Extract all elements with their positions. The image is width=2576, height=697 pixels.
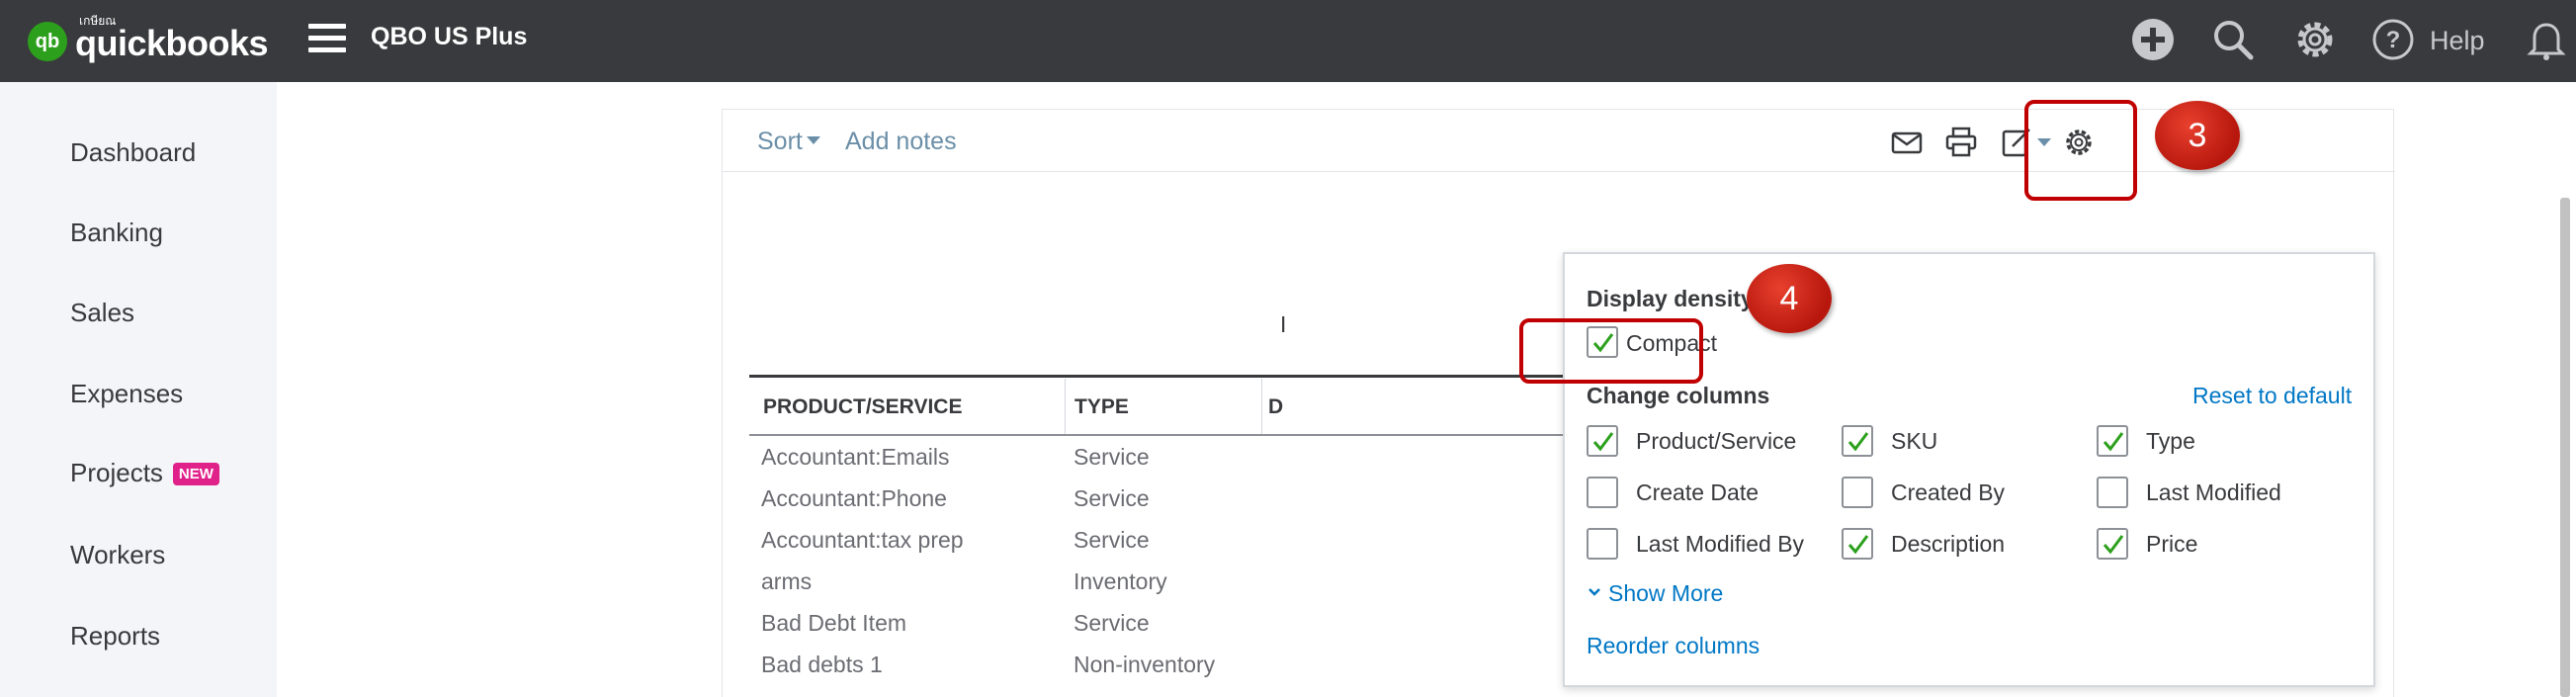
row-type: Service bbox=[1073, 527, 1150, 553]
hamburger-menu-icon[interactable] bbox=[308, 24, 346, 57]
row-type: Service bbox=[1073, 610, 1150, 636]
display-density-heading: Display density bbox=[1587, 286, 1754, 311]
last-modified-checkbox[interactable] bbox=[2097, 477, 2128, 508]
row-type: Inventory bbox=[1073, 568, 1167, 594]
sku-checkbox[interactable] bbox=[1842, 425, 1873, 457]
create-date-checkbox[interactable] bbox=[1587, 477, 1618, 508]
created-by-label: Created By bbox=[1891, 479, 2006, 505]
search-icon[interactable] bbox=[2209, 16, 2257, 63]
checkmark-icon bbox=[2103, 535, 2124, 555]
new-badge: NEW bbox=[172, 463, 219, 485]
help-icon[interactable]: ? bbox=[2369, 16, 2417, 63]
help-label[interactable]: Help bbox=[2430, 26, 2485, 56]
gear-icon[interactable] bbox=[2291, 16, 2339, 63]
email-icon[interactable] bbox=[1890, 126, 1924, 159]
reorder-columns-link[interactable]: Reorder columns bbox=[1587, 633, 1760, 659]
svg-text:?: ? bbox=[2386, 27, 2401, 53]
last-modified-by-checkbox[interactable] bbox=[1587, 528, 1618, 560]
sort-label: Sort bbox=[757, 128, 803, 155]
toolbar-divider bbox=[723, 171, 2395, 172]
sort-dropdown[interactable]: Sort bbox=[757, 128, 820, 156]
description-checkbox[interactable] bbox=[1842, 528, 1873, 560]
sku-label: SKU bbox=[1891, 428, 1938, 454]
reset-to-default-link[interactable]: Reset to default bbox=[2192, 383, 2352, 409]
last-modified-label: Last Modified bbox=[2146, 479, 2281, 505]
description-label: Description bbox=[1891, 531, 2006, 557]
product-service-label: Product/Service bbox=[1636, 428, 1797, 454]
show-more-label: Show More bbox=[1608, 580, 1724, 606]
table-settings-panel: Display density Compact Change columns R… bbox=[1563, 252, 2375, 687]
column-header-product[interactable]: PRODUCT/SERVICE bbox=[763, 395, 962, 419]
nav-item-reports[interactable]: Reports bbox=[70, 621, 160, 652]
nav-item-projects[interactable]: Projects NEW bbox=[70, 458, 219, 488]
row-product: Accountant:Phone bbox=[761, 485, 947, 511]
top-bar: qb เกษียณ quickbooks QBO US Plus ? Help bbox=[0, 0, 2576, 82]
column-separator bbox=[1065, 379, 1066, 434]
chevron-down-icon bbox=[1589, 588, 1600, 596]
nav-item-dashboard[interactable]: Dashboard bbox=[70, 137, 196, 168]
show-more-link[interactable]: Show More bbox=[1587, 580, 1723, 607]
change-columns-heading: Change columns bbox=[1587, 383, 1770, 408]
row-type: Service bbox=[1073, 444, 1150, 470]
company-name: QBO US Plus bbox=[371, 23, 528, 50]
step-3-callout: 3 bbox=[2155, 101, 2240, 170]
checkmark-icon bbox=[2103, 432, 2124, 452]
row-product: Bad Debt Item bbox=[761, 610, 907, 636]
row-type: Service bbox=[1073, 485, 1150, 511]
table-header-bottom-rule bbox=[749, 434, 1580, 436]
column-separator bbox=[1261, 379, 1262, 434]
checkmark-icon bbox=[1847, 535, 1869, 555]
row-product: Bad debts 1 bbox=[761, 652, 883, 677]
step-4-callout: 4 bbox=[1747, 264, 1832, 333]
quickbooks-logo[interactable]: qb เกษียณ quickbooks bbox=[28, 14, 269, 65]
column-header-partial[interactable]: D bbox=[1268, 395, 1283, 419]
nav-item-sales[interactable]: Sales bbox=[70, 298, 134, 328]
main-content: Sort Add notes PRODUCT/SERVICE TYPE D I … bbox=[277, 82, 2576, 697]
print-icon[interactable] bbox=[1944, 126, 1978, 159]
left-navigation: Dashboard Banking Sales Expenses Project… bbox=[0, 82, 277, 697]
caret-down-icon bbox=[806, 136, 820, 144]
hidden-title-fragment: I bbox=[1280, 311, 1287, 337]
logo-mark: qb bbox=[28, 22, 67, 61]
bell-icon[interactable] bbox=[2523, 16, 2570, 63]
last-modified-by-label: Last Modified By bbox=[1636, 531, 1805, 557]
checkmark-icon bbox=[1847, 432, 1869, 452]
sku-highlight-box bbox=[1519, 318, 1703, 384]
add-notes-link[interactable]: Add notes bbox=[845, 128, 957, 156]
row-product: Accountant:Emails bbox=[761, 444, 950, 470]
price-checkbox[interactable] bbox=[2097, 528, 2128, 560]
type-label: Type bbox=[2146, 428, 2195, 454]
row-type: Non-inventory bbox=[1073, 652, 1216, 677]
plus-circle-icon[interactable] bbox=[2129, 16, 2177, 63]
nav-item-workers[interactable]: Workers bbox=[70, 540, 165, 570]
row-product: arms bbox=[761, 568, 813, 594]
type-checkbox[interactable] bbox=[2097, 425, 2128, 457]
row-product: Accountant:tax prep bbox=[761, 527, 964, 553]
created-by-checkbox[interactable] bbox=[1842, 477, 1873, 508]
create-date-label: Create Date bbox=[1636, 479, 1760, 505]
logo-thai-text: เกษียณ bbox=[79, 14, 117, 28]
nav-item-label: Projects bbox=[70, 458, 163, 487]
vertical-scrollbar[interactable] bbox=[2560, 198, 2570, 697]
gear-highlight-box bbox=[2024, 100, 2137, 201]
table-header-top-rule bbox=[749, 375, 1580, 378]
checkmark-icon bbox=[1592, 432, 1614, 452]
price-label: Price bbox=[2146, 531, 2198, 557]
nav-item-banking[interactable]: Banking bbox=[70, 218, 163, 248]
column-header-type[interactable]: TYPE bbox=[1074, 395, 1129, 419]
nav-item-expenses[interactable]: Expenses bbox=[70, 379, 183, 409]
product-service-checkbox[interactable] bbox=[1587, 425, 1618, 457]
